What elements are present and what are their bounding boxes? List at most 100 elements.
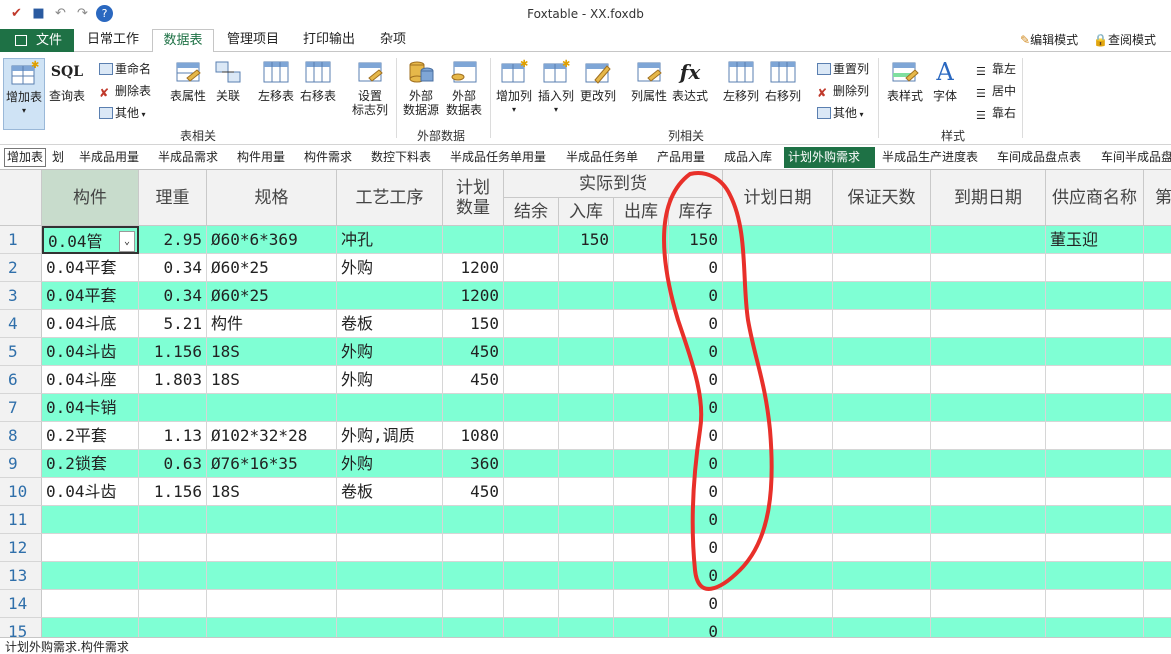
cell-supplier[interactable] (1046, 450, 1144, 478)
cell-spec[interactable]: 18S (207, 338, 337, 366)
cell-outbound[interactable] (614, 338, 669, 366)
cell-inbound[interactable] (559, 254, 614, 282)
external-source-button[interactable]: 外部 数据源 (400, 58, 442, 120)
column-header-inbound[interactable]: 入库 (559, 198, 614, 226)
move-column-right-button[interactable]: 右移列 (763, 58, 803, 120)
cell-outbound[interactable] (614, 310, 669, 338)
row-number[interactable]: 8 (0, 422, 42, 450)
cell-next[interactable] (1144, 422, 1171, 450)
cell-weight[interactable] (139, 506, 207, 534)
cell-weight[interactable]: 0.34 (139, 254, 207, 282)
cell-spec[interactable] (207, 534, 337, 562)
cell-expire-date[interactable] (931, 422, 1046, 450)
cell-stock[interactable]: 0 (669, 422, 723, 450)
cell-spec[interactable]: Ø76*16*35 (207, 450, 337, 478)
cell-spec[interactable] (207, 562, 337, 590)
cell-supplier[interactable] (1046, 422, 1144, 450)
cell-process[interactable]: 卷板 (337, 310, 443, 338)
cell-warranty-days[interactable] (833, 338, 931, 366)
cell-outbound[interactable] (614, 534, 669, 562)
cell-warranty-days[interactable] (833, 618, 931, 637)
column-header-weight[interactable]: 理重 (139, 170, 207, 226)
cell-balance[interactable] (504, 310, 559, 338)
cell-next[interactable] (1144, 310, 1171, 338)
align-center-button[interactable]: ☰ 居中 (976, 81, 1016, 101)
cell-weight[interactable]: 1.803 (139, 366, 207, 394)
cell-process[interactable] (337, 282, 443, 310)
sheet-tab[interactable]: 半成品生产进度表 (878, 147, 982, 168)
cell-inbound[interactable] (559, 338, 614, 366)
cell-expire-date[interactable] (931, 310, 1046, 338)
cell-warranty-days[interactable] (833, 310, 931, 338)
cell-weight[interactable] (139, 534, 207, 562)
cell-component[interactable]: 0.04平套 (42, 282, 139, 310)
cell-stock[interactable]: 0 (669, 478, 723, 506)
edit-mode-button[interactable]: ✎编辑模式 (1020, 31, 1078, 49)
cell-supplier[interactable] (1046, 366, 1144, 394)
row-number[interactable]: 6 (0, 366, 42, 394)
cell-next[interactable] (1144, 478, 1171, 506)
cell-supplier[interactable] (1046, 534, 1144, 562)
cell-spec[interactable] (207, 506, 337, 534)
cell-component[interactable]: 0.2锁套 (42, 450, 139, 478)
cell-plan-date[interactable] (723, 562, 833, 590)
cell-inbound[interactable] (559, 310, 614, 338)
move-column-left-button[interactable]: 左移列 (721, 58, 761, 120)
cell-next[interactable] (1144, 254, 1171, 282)
cell-plan-date[interactable] (723, 422, 833, 450)
cell-balance[interactable] (504, 450, 559, 478)
cell-supplier[interactable] (1046, 338, 1144, 366)
cell-stock[interactable]: 0 (669, 282, 723, 310)
cell-warranty-days[interactable] (833, 254, 931, 282)
cell-plan-qty[interactable] (443, 506, 504, 534)
expression-button[interactable]: fx 表达式 (670, 58, 710, 120)
cell-plan-date[interactable] (723, 450, 833, 478)
cell-supplier[interactable] (1046, 310, 1144, 338)
cell-process[interactable]: 外购 (337, 338, 443, 366)
cell-expire-date[interactable] (931, 618, 1046, 637)
cell-next[interactable] (1144, 338, 1171, 366)
cell-supplier[interactable] (1046, 282, 1144, 310)
delete-column-button[interactable]: ✘ 删除列 (817, 81, 869, 101)
cell-warranty-days[interactable] (833, 226, 931, 254)
cell-expire-date[interactable] (931, 450, 1046, 478)
cell-supplier[interactable] (1046, 478, 1144, 506)
cell-inbound[interactable]: 150 (559, 226, 614, 254)
change-column-button[interactable]: 更改列 (577, 58, 619, 120)
cell-stock[interactable]: 0 (669, 534, 723, 562)
cell-stock[interactable]: 0 (669, 450, 723, 478)
column-header-spec[interactable]: 规格 (207, 170, 337, 226)
tab-data-table[interactable]: 数据表 (152, 29, 214, 53)
cell-next[interactable] (1144, 226, 1171, 254)
sheet-tab[interactable]: 构件需求 (300, 147, 356, 168)
cell-plan-qty[interactable]: 150 (443, 310, 504, 338)
cell-next[interactable] (1144, 590, 1171, 618)
cell-component[interactable] (42, 618, 139, 637)
cell-plan-qty[interactable] (443, 394, 504, 422)
cell-weight[interactable] (139, 590, 207, 618)
column-header-balance[interactable]: 结余 (504, 198, 559, 226)
cell-plan-date[interactable] (723, 506, 833, 534)
cell-process[interactable] (337, 562, 443, 590)
row-number[interactable]: 3 (0, 282, 42, 310)
cell-warranty-days[interactable] (833, 422, 931, 450)
cell-outbound[interactable] (614, 506, 669, 534)
sheet-tab[interactable]: 数控下料表 (367, 147, 435, 168)
cell-balance[interactable] (504, 422, 559, 450)
cell-component[interactable] (42, 562, 139, 590)
cell-component[interactable] (42, 534, 139, 562)
tab-daily-work[interactable]: 日常工作 (80, 29, 146, 53)
row-number[interactable]: 15 (0, 618, 42, 637)
cell-warranty-days[interactable] (833, 534, 931, 562)
cell-plan-qty[interactable]: 450 (443, 338, 504, 366)
cell-balance[interactable] (504, 282, 559, 310)
cell-plan-qty[interactable]: 360 (443, 450, 504, 478)
cell-spec[interactable]: Ø60*6*369 (207, 226, 337, 254)
query-table-button[interactable]: SQL 查询表 (47, 58, 87, 120)
row-number[interactable]: 2 (0, 254, 42, 282)
column-header-warranty-days[interactable]: 保证天数 (833, 170, 931, 226)
cell-stock[interactable]: 0 (669, 590, 723, 618)
cell-plan-qty[interactable] (443, 534, 504, 562)
cell-plan-date[interactable] (723, 310, 833, 338)
delete-table-button[interactable]: ✘ 删除表 (99, 81, 151, 101)
